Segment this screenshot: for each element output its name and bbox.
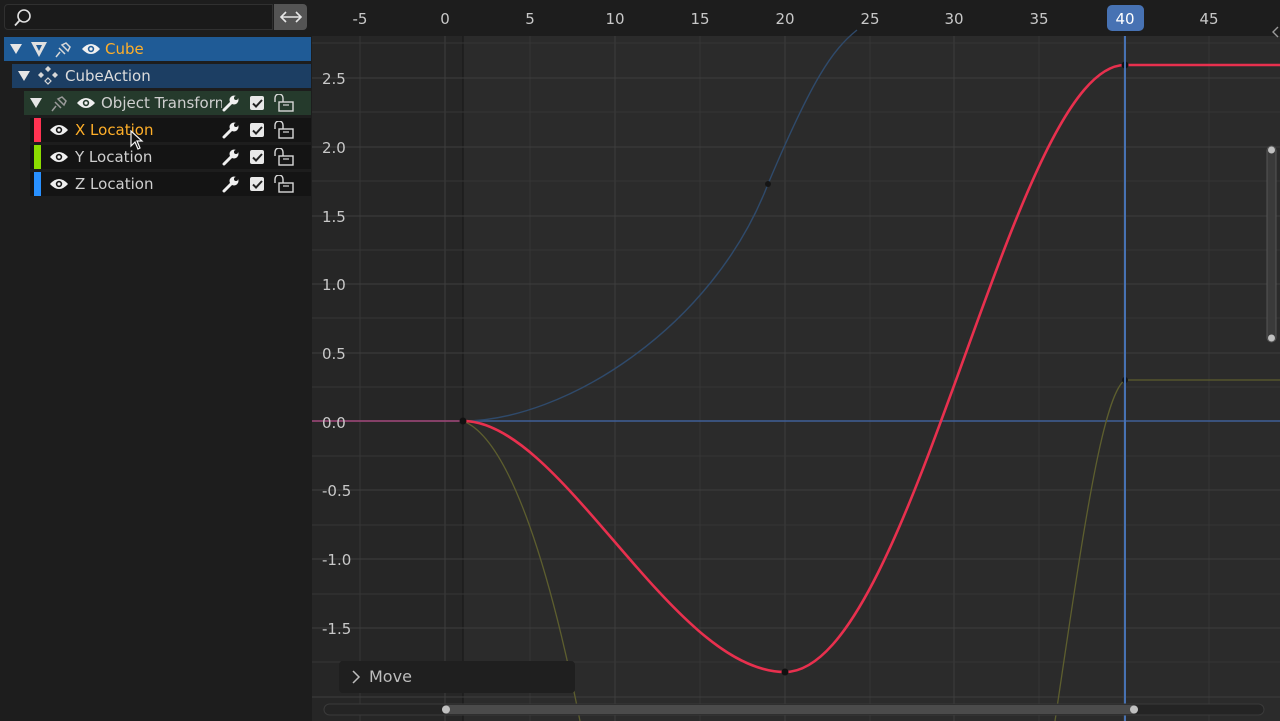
mouse-cursor-icon [130,130,144,150]
channel-color-swatch [34,145,41,169]
frame-tick-label: 10 [605,10,624,28]
frame-tick-label: 0 [440,10,450,28]
channel-label-object: Cube [105,40,144,58]
value-tick-label: 1.5 [322,208,346,226]
frame-tick-label: 30 [944,10,963,28]
horizontal-scrollbar-thumb[interactable] [442,705,1138,714]
channel-row-group[interactable]: Object Transforms [24,91,311,115]
channel-row-z-location[interactable]: Z Location [30,172,311,196]
channel-row-object[interactable]: Cube [4,37,311,61]
value-tick-label: -1.0 [322,551,351,569]
eye-visibility-icon[interactable] [48,145,70,169]
frame-tick-label: -5 [353,10,368,28]
value-tick-label: 1.0 [322,276,346,294]
eye-visibility-icon[interactable] [48,172,70,196]
graph-editor-canvas[interactable]: -5 0 5 10 15 20 25 30 35 45 40 2.5 2.0 1… [312,0,1280,721]
mute-checkbox[interactable] [247,91,267,115]
mute-checkbox[interactable] [247,172,267,196]
search-icon [13,8,33,32]
channel-row-action[interactable]: CubeAction [12,64,311,88]
lock-unlocked-icon[interactable] [272,91,296,115]
channel-row-y-location[interactable]: Y Location [30,145,311,169]
lock-unlocked-icon[interactable] [272,145,296,169]
channel-color-swatch [34,172,41,196]
expand-triangle-icon[interactable] [17,64,31,88]
value-tick-label: 2.0 [322,139,346,157]
wrench-modifier-icon[interactable] [220,145,242,169]
keyframe-point[interactable] [781,668,789,676]
mute-checkbox[interactable] [247,118,267,142]
value-tick-label: 0.5 [322,345,346,363]
value-tick-label: -1.5 [322,620,351,638]
value-tick-label: 2.5 [322,70,346,88]
value-tick-label: -0.5 [322,482,351,500]
last-operator-panel[interactable]: Move [339,661,575,693]
frame-tick-label: 45 [1199,10,1218,28]
frame-tick-label: 5 [525,10,535,28]
channel-label-action: CubeAction [65,67,151,85]
arrows-horizontal-icon [279,11,302,23]
lock-unlocked-icon[interactable] [272,118,296,142]
frame-tick-label: 15 [690,10,709,28]
pin-icon[interactable] [53,37,75,61]
lock-unlocked-icon[interactable] [272,172,296,196]
expand-triangle-icon[interactable] [29,91,43,115]
eye-visibility-icon[interactable] [80,37,102,61]
eye-visibility-icon[interactable] [75,91,97,115]
keyframe-point[interactable] [459,417,467,425]
only-selected-toggle-button[interactable] [274,4,307,30]
channel-label-z-location: Z Location [75,175,154,193]
channel-row-x-location[interactable]: X Location [30,118,311,142]
frame-tick-label: 35 [1029,10,1048,28]
frame-tick-label: 20 [775,10,794,28]
channel-list-panel: Cube CubeAction Object Transforms X [0,0,312,721]
channel-color-swatch [34,118,41,142]
chevron-right-icon[interactable] [351,670,361,684]
frame-tick-label: 25 [860,10,879,28]
current-frame-label: 40 [1115,10,1134,28]
vertical-scrollbar[interactable] [1266,145,1277,343]
mute-checkbox[interactable] [247,145,267,169]
wrench-modifier-icon[interactable] [220,172,242,196]
pin-icon[interactable] [49,91,71,115]
action-keyframes-icon [36,64,60,88]
channel-search-field[interactable] [4,4,273,30]
mesh-object-icon [28,37,50,61]
operator-panel-label: Move [369,667,412,686]
expand-triangle-icon[interactable] [9,37,23,61]
channel-label-group: Object Transforms [101,94,222,112]
eye-visibility-icon[interactable] [48,118,70,142]
wrench-modifier-icon[interactable] [220,118,242,142]
value-tick-label: 0.0 [322,414,346,432]
wrench-modifier-icon[interactable] [220,91,242,115]
